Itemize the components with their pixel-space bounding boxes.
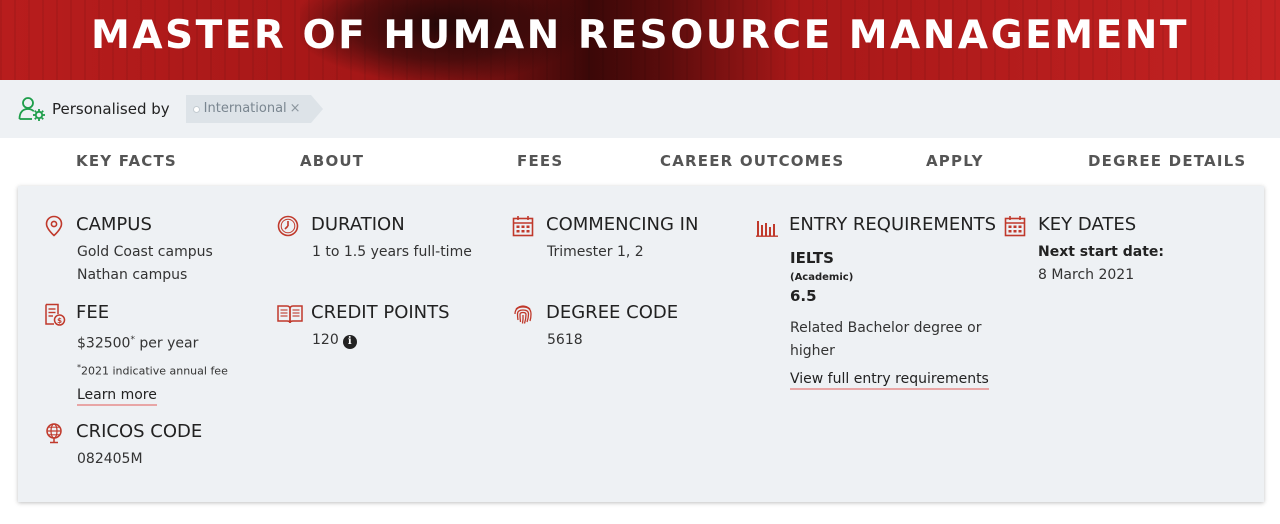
section-nav: KEY FACTS ABOUT FEES CAREER OUTCOMES APP… xyxy=(0,138,1280,184)
fact-credit-points: CREDIT POINTS 120 i xyxy=(277,302,497,362)
fact-key-dates: KEY DATES Next start date: 8 March 2021 xyxy=(1004,214,1224,294)
key-facts-panel: CAMPUS Gold Coast campus Nathan campus D… xyxy=(18,186,1264,502)
next-start-date: 8 March 2021 xyxy=(1038,267,1135,283)
fee-note-line: *2021 indicative annual fee xyxy=(77,356,228,383)
fact-title: CAMPUS xyxy=(76,214,152,235)
commencing-value: Trimester 1, 2 xyxy=(547,244,644,260)
learn-more-link[interactable]: Learn more xyxy=(77,387,157,407)
fact-title: DURATION xyxy=(311,214,405,235)
fingerprint-icon xyxy=(512,303,534,325)
duration-value: 1 to 1.5 years full-time xyxy=(312,244,472,260)
fee-period: per year xyxy=(134,335,199,352)
calendar-icon xyxy=(1004,215,1026,237)
fact-title: CREDIT POINTS xyxy=(311,302,450,323)
fact-fee: $ FEE $32500* per year *2021 indicative … xyxy=(44,302,264,412)
fact-entry-requirements: ENTRY REQUIREMENTS IELTS (Academic) 6.5 … xyxy=(756,214,996,414)
fact-degree-code: DEGREE CODE 5618 xyxy=(512,302,732,362)
book-icon xyxy=(277,303,303,325)
fact-title: CRICOS CODE xyxy=(76,421,203,442)
tab-career-outcomes[interactable]: CAREER OUTCOMES xyxy=(660,152,844,170)
credit-points-value: 120 xyxy=(312,332,339,348)
personalised-label: Personalised by xyxy=(52,100,170,118)
fee-receipt-icon: $ xyxy=(44,303,66,326)
degree-code-value: 5618 xyxy=(547,332,583,348)
credit-points-line: 120 i xyxy=(312,329,357,352)
fact-campus: CAMPUS Gold Coast campus Nathan campus xyxy=(44,214,264,294)
cricos-value: 082405M xyxy=(77,451,143,467)
entry-related: Related Bachelor degree or xyxy=(790,320,982,336)
fact-cricos-code: CRICOS CODE 082405M xyxy=(44,421,264,481)
info-icon[interactable]: i xyxy=(342,335,357,349)
tab-key-facts[interactable]: KEY FACTS xyxy=(76,152,177,170)
fee-amount: $32500 xyxy=(77,335,131,352)
globe-icon xyxy=(44,422,66,444)
page-title: MASTER OF HUMAN RESOURCE MANAGEMENT xyxy=(91,13,1189,58)
tab-about[interactable]: ABOUT xyxy=(300,152,364,170)
fact-duration: DURATION 1 to 1.5 years full-time xyxy=(277,214,497,274)
tab-fees[interactable]: FEES xyxy=(517,152,563,170)
location-pin-icon xyxy=(44,215,66,237)
calendar-icon xyxy=(512,215,534,237)
user-settings-icon[interactable] xyxy=(18,96,46,122)
fee-note: 2021 indicative annual fee xyxy=(81,364,228,378)
entry-score: 6.5 xyxy=(790,287,817,305)
fact-title: KEY DATES xyxy=(1038,214,1137,235)
fact-title: FEE xyxy=(76,302,110,323)
fact-commencing: COMMENCING IN Trimester 1, 2 xyxy=(512,214,742,274)
next-start-label: Next start date: xyxy=(1038,244,1165,260)
chip-close-icon[interactable]: × xyxy=(290,101,301,116)
fact-title: COMMENCING IN xyxy=(546,214,699,235)
personalisation-chip-international[interactable]: International × xyxy=(185,95,323,123)
entry-related-2: higher xyxy=(790,343,835,359)
campus-gold-coast: Gold Coast campus xyxy=(77,244,213,260)
tab-degree-details[interactable]: DEGREE DETAILS xyxy=(1088,152,1246,170)
entry-test-type: (Academic) xyxy=(790,272,854,283)
chip-label: International xyxy=(203,101,287,116)
clock-icon xyxy=(277,215,299,237)
entry-test: IELTS xyxy=(790,249,834,267)
bar-chart-icon xyxy=(756,217,778,239)
tab-apply[interactable]: APPLY xyxy=(926,152,984,170)
view-entry-requirements-link[interactable]: View full entry requirements xyxy=(790,371,989,390)
campus-nathan: Nathan campus xyxy=(77,267,188,283)
hero-banner: MASTER OF HUMAN RESOURCE MANAGEMENT xyxy=(0,0,1280,80)
svg-text:$: $ xyxy=(57,317,62,325)
fee-amount-line: $32500* per year xyxy=(77,329,228,356)
chip-dot xyxy=(192,106,200,113)
fact-title: ENTRY REQUIREMENTS xyxy=(789,214,997,235)
fact-title: DEGREE CODE xyxy=(546,302,679,323)
personalisation-bar: Personalised by International × xyxy=(0,80,1280,138)
